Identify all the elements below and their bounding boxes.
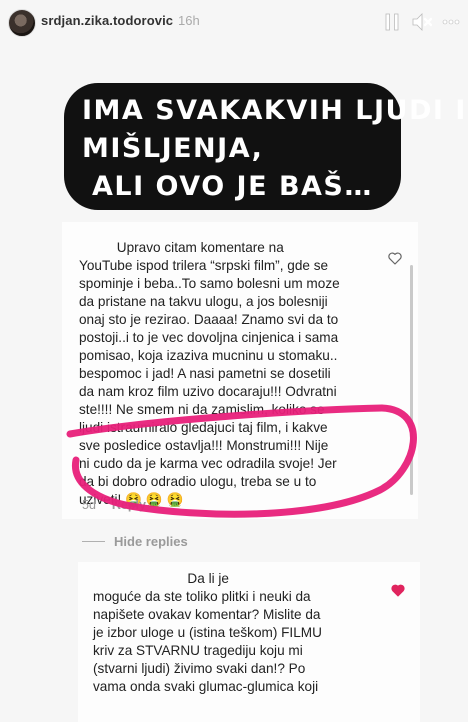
- comment-age: 5d: [82, 498, 96, 512]
- username[interactable]: srdjan.zika.todorovic: [41, 13, 173, 28]
- story-header: srdjan.zika.todorovic 16h: [0, 0, 468, 44]
- post-time: 16h: [178, 13, 200, 28]
- reply-button[interactable]: Reply: [112, 498, 146, 512]
- pause-icon[interactable]: [384, 11, 400, 33]
- sticker-line-3: ALI OVO JE BAŠ…: [92, 171, 373, 202]
- story-view: srdjan.zika.todorovic 16h IMA SVAKAKVIH …: [0, 0, 468, 722]
- sticker-line-2: MIŠLJENJA,: [82, 133, 264, 164]
- comment-meta: 5d Reply: [82, 498, 146, 512]
- sticker-line-1: IMA SVAKAKVIH LJUDI I: [82, 95, 467, 126]
- scrollbar: [410, 265, 413, 495]
- mute-icon[interactable]: [411, 11, 433, 33]
- heart-filled-icon[interactable]: [391, 584, 405, 597]
- heart-outline-icon[interactable]: [388, 252, 402, 265]
- replies-divider: [82, 541, 105, 542]
- comment-text: Upravo citam komentare na YouTube ispod …: [79, 240, 340, 507]
- reply-text: Da li je moguće da ste toliko plitki i n…: [93, 571, 322, 694]
- avatar[interactable]: [8, 9, 36, 37]
- story-text-sticker: IMA SVAKAKVIH LJUDI I MIŠLJENJA, ALI OVO…: [64, 83, 465, 210]
- more-icon[interactable]: [442, 11, 460, 33]
- hide-replies-button[interactable]: Hide replies: [114, 534, 188, 549]
